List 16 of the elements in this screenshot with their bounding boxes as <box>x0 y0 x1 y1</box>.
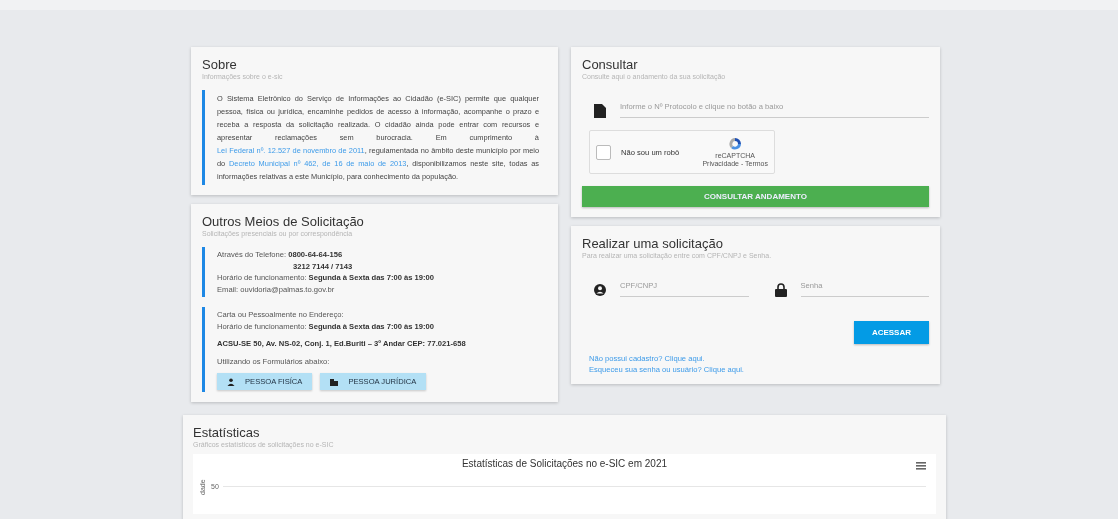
menu-icon[interactable] <box>916 462 926 470</box>
document-icon <box>594 104 606 118</box>
card-title: Estatísticas <box>193 425 261 440</box>
user-icon <box>594 283 606 297</box>
card-title: Sobre <box>202 57 238 72</box>
lock-icon <box>774 283 787 297</box>
person-icon <box>227 377 235 386</box>
card-title: Consultar <box>582 57 639 72</box>
query-button[interactable]: CONSULTAR ANDAMENTO <box>582 186 929 207</box>
login-button[interactable]: ACESSAR <box>853 321 929 344</box>
captcha-checkbox[interactable] <box>596 144 611 160</box>
card-title: Realizar uma solicitação <box>582 236 724 251</box>
building-icon <box>330 377 339 386</box>
chart-title: Estatísticas de Solicitações no e-SIC em 2021 <box>461 458 668 469</box>
recaptcha-icon <box>727 136 744 152</box>
card-title: Outros Meios de Solicitação <box>202 214 365 229</box>
